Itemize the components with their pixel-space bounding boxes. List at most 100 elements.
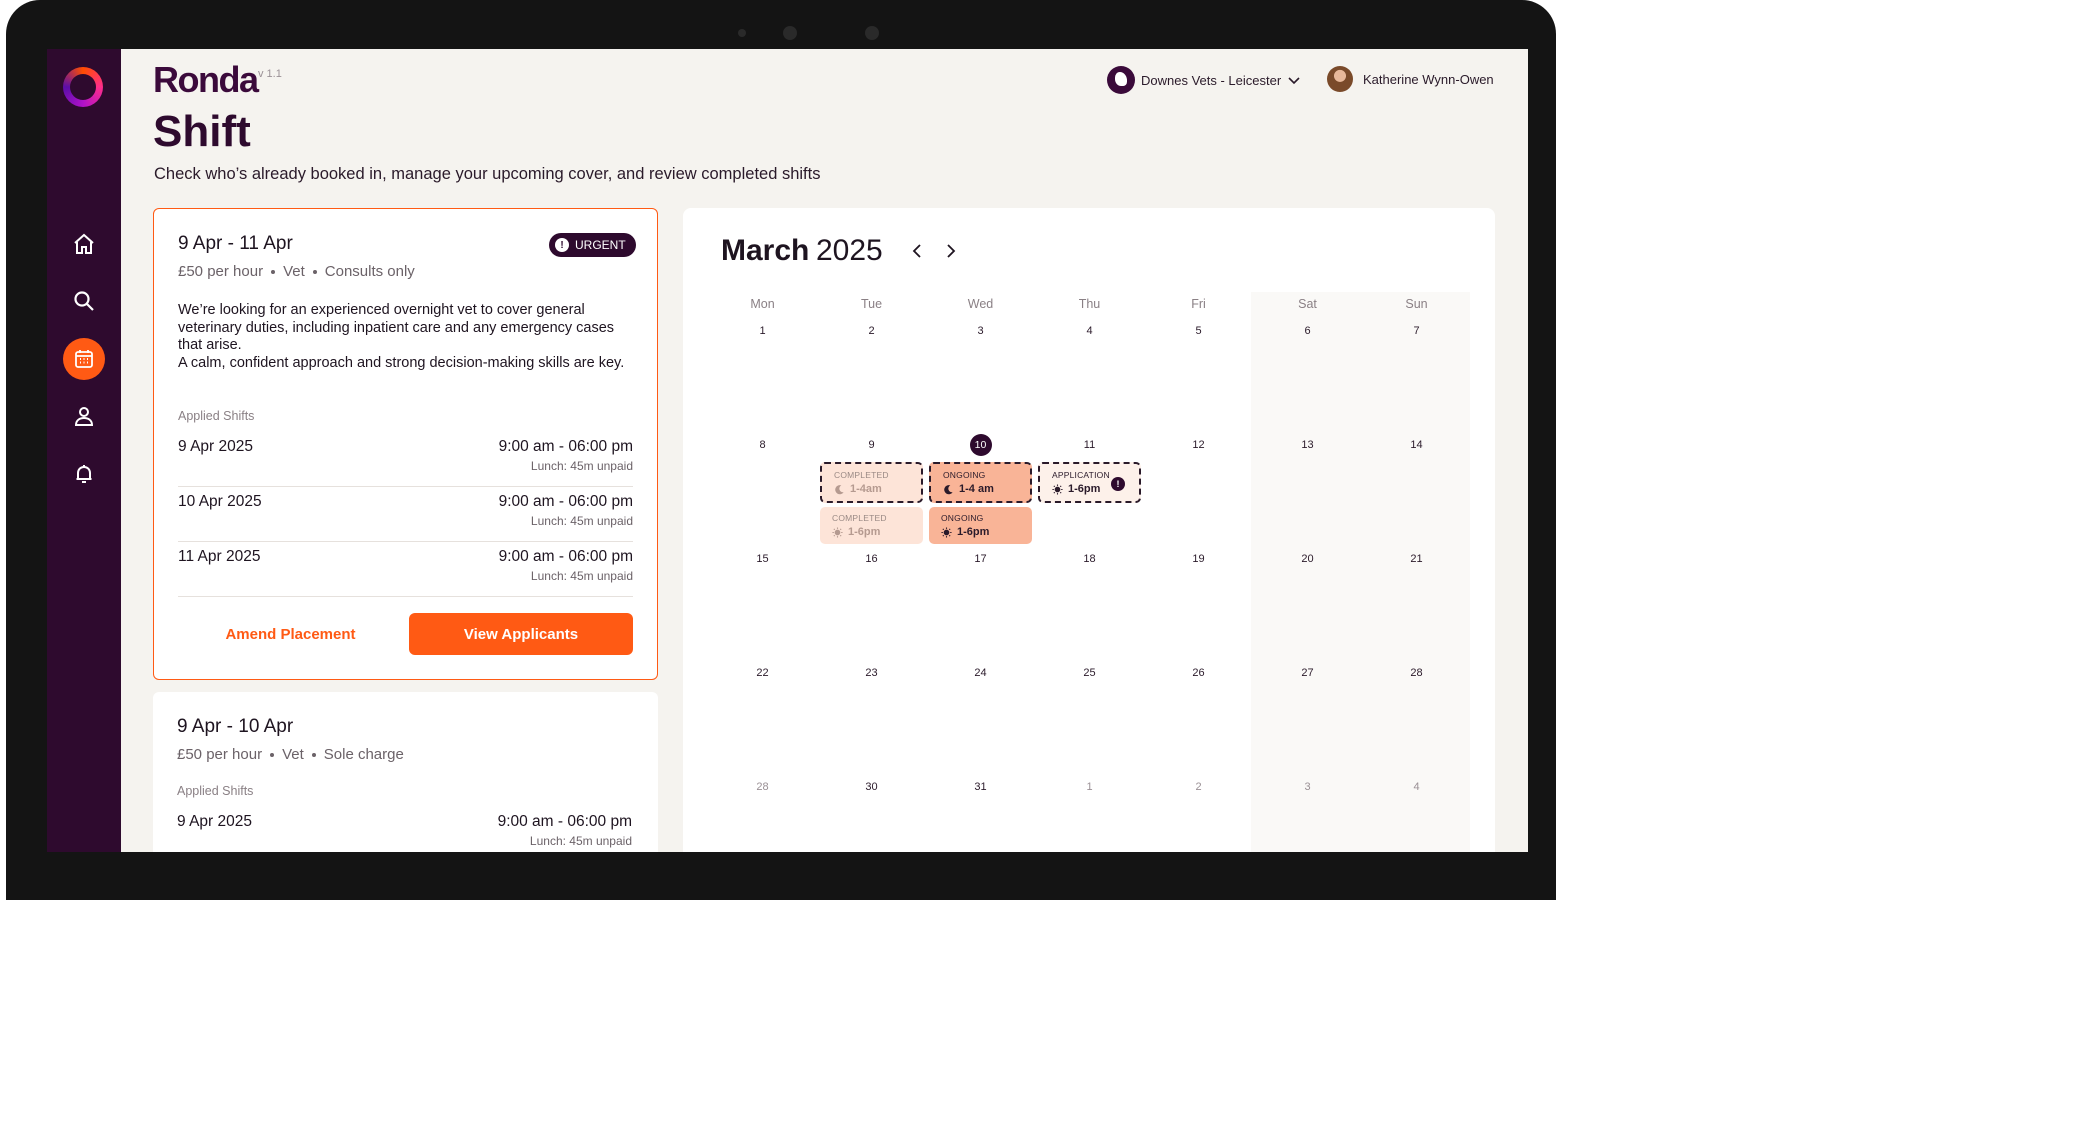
applied-shifts-label: Applied Shifts <box>178 409 255 423</box>
next-month-button[interactable] <box>941 240 961 262</box>
separator-dot <box>312 269 317 274</box>
calendar-day[interactable]: 10 <box>926 434 1035 456</box>
event-time: 1-4am <box>850 483 882 495</box>
shift-card[interactable]: 9 Apr - 11 Apr ! URGENT £50 per hour Vet… <box>153 208 658 680</box>
sun-icon <box>1052 483 1063 495</box>
shift-lunch: Lunch: 45m unpaid <box>529 834 632 848</box>
app-logo[interactable] <box>63 67 103 107</box>
calendar-day[interactable]: 2 <box>1144 781 1253 793</box>
today-indicator: 10 <box>969 434 992 456</box>
calendar-day[interactable]: 28 <box>708 781 817 793</box>
calendar-day[interactable]: 6 <box>1253 325 1362 337</box>
sidebar <box>47 49 121 852</box>
org-name: Downes Vets - Leicester <box>1141 72 1282 88</box>
alert-icon: ! <box>555 238 569 252</box>
calendar-day[interactable]: 8 <box>708 439 817 451</box>
bezel-sensor <box>865 26 879 40</box>
page-title: Shift <box>153 107 251 156</box>
org-switcher[interactable]: Downes Vets - Leicester <box>1107 66 1301 94</box>
shift-date: 11 Apr 2025 <box>178 548 261 565</box>
calendar-day[interactable]: 5 <box>1144 325 1253 337</box>
weekday-header: Mon <box>750 297 775 311</box>
shift-time: 9:00 am - 06:00 pm <box>498 438 633 455</box>
weekday-header: Tue <box>860 297 883 311</box>
shift-card[interactable]: 9 Apr - 10 Apr £50 per hour Vet Sole cha… <box>153 692 658 852</box>
user-menu[interactable]: Katherine Wynn-Owen <box>1327 66 1494 92</box>
event-time: 1-4 am <box>959 483 994 495</box>
moon-icon <box>944 484 953 494</box>
calendar-day[interactable]: 28 <box>1362 667 1471 679</box>
calendar-day[interactable]: 13 <box>1253 439 1362 451</box>
shift-time: 9:00 am - 06:00 pm <box>498 493 633 510</box>
calendar-event[interactable]: ONGOING 1-4 am <box>929 462 1032 503</box>
calendar-day[interactable]: 22 <box>708 667 817 679</box>
sidebar-item-home[interactable] <box>63 223 105 265</box>
calendar-day[interactable]: 20 <box>1253 553 1362 565</box>
calendar-day[interactable]: 3 <box>926 325 1035 337</box>
calendar-day[interactable]: 12 <box>1144 439 1253 451</box>
calendar-day[interactable]: 2 <box>817 325 926 337</box>
calendar-day[interactable]: 26 <box>1144 667 1253 679</box>
weekday-header: Fri <box>1191 297 1206 311</box>
alert-icon: ! <box>1111 477 1125 491</box>
calendar-event[interactable]: COMPLETED 1-4am <box>820 462 923 503</box>
calendar-day[interactable]: 11 <box>1035 439 1144 451</box>
badge-label: URGENT <box>575 238 626 252</box>
weekday-header: Thu <box>1078 297 1101 311</box>
separator-dot <box>271 269 276 274</box>
calendar-day[interactable]: 9 <box>817 439 926 451</box>
webcam <box>783 26 797 40</box>
shift-title: 9 Apr - 11 Apr <box>178 233 293 254</box>
calendar-day[interactable]: 14 <box>1362 439 1471 451</box>
calendar-day[interactable]: 19 <box>1144 553 1253 565</box>
calendar-day[interactable]: 1 <box>708 325 817 337</box>
previous-month-button[interactable] <box>907 240 927 262</box>
calendar-day[interactable]: 16 <box>817 553 926 565</box>
calendar-day[interactable]: 15 <box>708 553 817 565</box>
event-status: ONGOING <box>941 513 984 523</box>
shift-rate: £50 per hour <box>177 746 263 763</box>
shift-meta: £50 per hour Vet Consults only <box>178 263 415 280</box>
brand-logo: Ronda <box>153 59 259 100</box>
calendar-day[interactable]: 17 <box>926 553 1035 565</box>
applied-shift-row: 10 Apr 2025 9:00 am - 06:00 pm Lunch: 45… <box>178 487 633 542</box>
calendar-event[interactable]: COMPLETED 1-6pm <box>820 507 923 544</box>
weekday-header: Wed <box>967 297 994 311</box>
sidebar-item-search[interactable] <box>63 280 105 322</box>
user-icon <box>74 407 94 426</box>
calendar-day[interactable]: 4 <box>1362 781 1471 793</box>
calendar-day[interactable]: 21 <box>1362 553 1471 565</box>
search-icon <box>74 291 94 311</box>
shift-lunch: Lunch: 45m unpaid <box>530 514 633 528</box>
sun-icon <box>832 526 843 538</box>
bell-icon <box>76 465 92 483</box>
calendar-event[interactable]: APPLICATION 1-6pm ! <box>1038 462 1141 503</box>
moon-icon <box>835 484 844 494</box>
calendar-day[interactable]: 18 <box>1035 553 1144 565</box>
calendar-day[interactable]: 30 <box>817 781 926 793</box>
calendar-day[interactable]: 24 <box>926 667 1035 679</box>
sun-icon <box>941 526 952 538</box>
event-status: COMPLETED <box>834 470 889 480</box>
calendar-day[interactable]: 3 <box>1253 781 1362 793</box>
sidebar-item-notifications[interactable] <box>63 453 105 495</box>
calendar-day[interactable]: 27 <box>1253 667 1362 679</box>
sidebar-item-profile[interactable] <box>63 395 105 437</box>
bezel-sensor <box>738 29 746 37</box>
shift-role: Vet <box>282 746 304 763</box>
shift-lunch: Lunch: 45m unpaid <box>530 569 633 583</box>
home-icon <box>74 233 94 254</box>
event-status: ONGOING <box>943 470 986 480</box>
amend-placement-button[interactable]: Amend Placement <box>178 613 403 655</box>
shift-description: We’re looking for an experienced overnig… <box>178 302 625 371</box>
calendar-day[interactable]: 31 <box>926 781 1035 793</box>
view-applicants-button[interactable]: View Applicants <box>409 613 633 655</box>
calendar-day[interactable]: 4 <box>1035 325 1144 337</box>
calendar-day[interactable]: 23 <box>817 667 926 679</box>
calendar-day[interactable]: 1 <box>1035 781 1144 793</box>
calendar-day[interactable]: 25 <box>1035 667 1144 679</box>
calendar-event[interactable]: ONGOING 1-6pm <box>929 507 1032 544</box>
calendar-day[interactable]: 7 <box>1362 325 1471 337</box>
shift-meta: £50 per hour Vet Sole charge <box>177 746 404 763</box>
sidebar-item-shifts[interactable] <box>63 338 105 380</box>
